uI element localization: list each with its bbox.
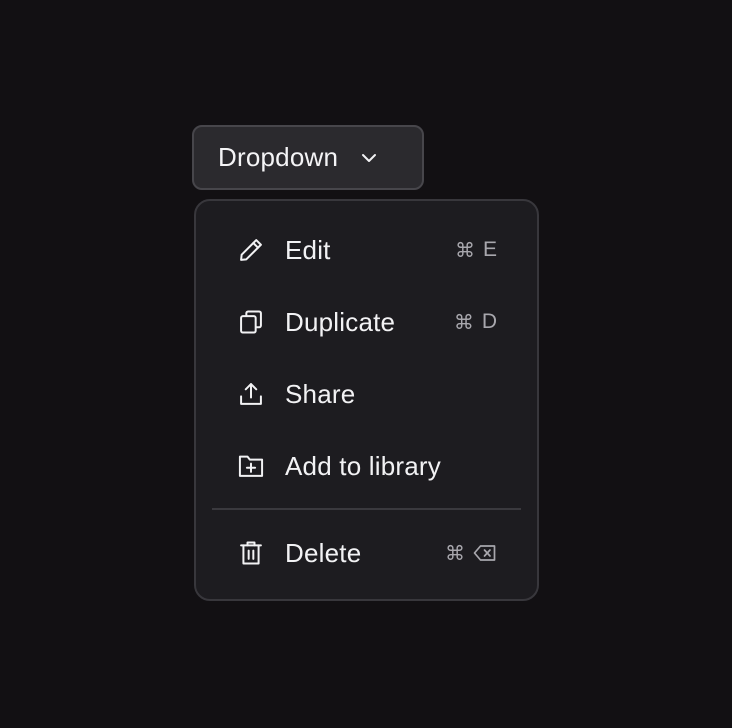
menu-item-label: Share: [285, 378, 356, 409]
menu-item-duplicate[interactable]: Duplicate ⌘ D: [212, 292, 521, 352]
menu-item-share[interactable]: Share: [212, 364, 521, 424]
command-key: ⌘: [445, 541, 465, 565]
menu-item-label: Edit: [285, 234, 331, 265]
pencil-icon: [236, 235, 266, 265]
folder-plus-icon: [236, 451, 266, 481]
copy-icon: [236, 307, 266, 337]
menu-item-label: Add to library: [285, 450, 441, 481]
chevron-down-icon: [358, 147, 380, 169]
menu-item-delete[interactable]: Delete ⌘: [212, 523, 521, 583]
trash-icon: [236, 538, 266, 568]
menu-item-edit[interactable]: Edit ⌘ E: [212, 220, 521, 280]
command-key: ⌘: [454, 238, 475, 262]
shortcut-key: E: [482, 238, 497, 261]
command-key: ⌘: [453, 310, 474, 334]
dropdown-menu: Edit ⌘ E Duplicate ⌘ D Share Add to libr…: [194, 199, 539, 601]
shortcut-key: D: [481, 310, 497, 333]
keyboard-shortcut: ⌘: [445, 541, 497, 565]
menu-item-add-to-library[interactable]: Add to library: [212, 436, 521, 496]
keyboard-shortcut: ⌘ E: [455, 238, 497, 262]
share-icon: [236, 379, 266, 409]
backspace-icon: [473, 544, 497, 562]
dropdown-trigger-button[interactable]: Dropdown: [192, 125, 424, 190]
menu-divider: [212, 508, 521, 510]
menu-item-label: Duplicate: [285, 306, 396, 337]
keyboard-shortcut: ⌘ D: [454, 310, 497, 334]
dropdown-trigger-label: Dropdown: [218, 142, 339, 172]
menu-item-label: Delete: [285, 537, 362, 568]
